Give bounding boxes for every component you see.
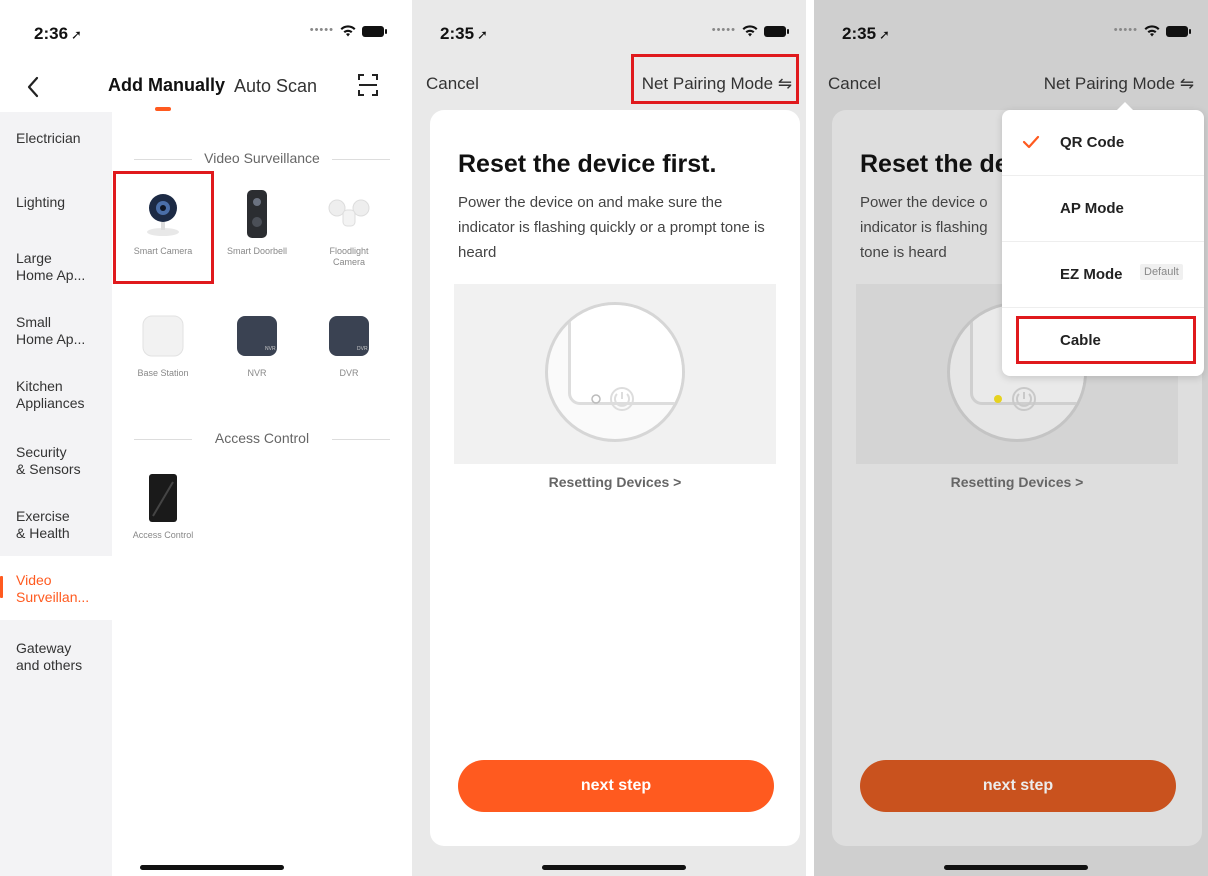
- wifi-icon: [742, 25, 758, 37]
- card-title: Reset the device first.: [458, 150, 717, 178]
- next-step-button[interactable]: next step: [458, 760, 774, 812]
- signal-dots-icon: •••••: [711, 24, 736, 36]
- next-step-button[interactable]: next step: [860, 760, 1176, 812]
- highlight-box-smart-camera: [113, 171, 214, 284]
- home-indicator: [542, 865, 686, 870]
- status-bar: 2:36 ➚ •••••: [0, 0, 404, 60]
- status-bar: 2:35 ➚ •••••: [814, 0, 1208, 60]
- checkmark-icon: [1022, 134, 1040, 150]
- device-floodlight-camera[interactable]: Floodlight Camera: [304, 188, 394, 268]
- status-bar: 2:35 ➚ •••••: [412, 0, 806, 60]
- sidebar-item-exercise-health[interactable]: Exercise & Health: [0, 508, 112, 542]
- device-dvr[interactable]: DVR DVR: [304, 310, 394, 379]
- highlight-box-cable: [1016, 316, 1196, 364]
- resetting-devices-link[interactable]: Resetting Devices >: [430, 474, 800, 490]
- battery-icon: [764, 25, 789, 37]
- reset-device-screen: 2:35 ➚ ••••• Cancel Net Pairing Mode ⇋ Re…: [412, 0, 806, 876]
- scan-qr-icon[interactable]: [356, 72, 380, 98]
- location-arrow-icon: ➚: [71, 27, 82, 42]
- top-nav: Add Manually Auto Scan: [0, 66, 404, 111]
- net-pairing-mode-button[interactable]: Net Pairing Mode ⇋: [1044, 74, 1194, 94]
- device-base-station[interactable]: Base Station: [118, 310, 208, 379]
- status-time: 2:35 ➚: [440, 24, 488, 43]
- sidebar-item-video-surveillance[interactable]: Video Surveillan...: [0, 556, 112, 620]
- status-time: 2:35 ➚: [842, 24, 890, 43]
- menu-item-qr-code[interactable]: QR Code: [1002, 110, 1204, 176]
- power-button-icon: [591, 387, 634, 411]
- device-nvr[interactable]: NVR NVR: [212, 310, 302, 379]
- home-indicator: [944, 865, 1088, 870]
- default-badge: Default: [1140, 264, 1183, 280]
- cancel-button[interactable]: Cancel: [426, 74, 479, 94]
- menu-item-ez-mode[interactable]: EZ Mode Default: [1002, 242, 1204, 308]
- sidebar-item-lighting[interactable]: Lighting: [0, 194, 112, 211]
- battery-icon: [362, 25, 387, 37]
- device-closeup: [545, 302, 685, 442]
- power-button-icon: [994, 387, 1036, 411]
- signal-dots-icon: •••••: [1113, 24, 1138, 36]
- back-chevron-icon[interactable]: [22, 72, 46, 102]
- device-access-control[interactable]: Access Control: [118, 472, 208, 541]
- pairing-mode-menu-screen: 2:35 ➚ ••••• Cancel Net Pairing Mode ⇋ Re…: [814, 0, 1208, 876]
- access-control-icon: [141, 472, 185, 524]
- category-sidebar: Electrician Lighting Large Home Ap... Sm…: [0, 112, 112, 876]
- active-category-marker: [0, 576, 3, 598]
- tab-auto-scan[interactable]: Auto Scan: [234, 76, 317, 97]
- battery-icon: [1166, 25, 1191, 37]
- cancel-button[interactable]: Cancel: [828, 74, 881, 94]
- dvr-badge: DVR: [357, 346, 368, 352]
- nvr-icon: NVR: [235, 310, 279, 362]
- system-icons: •••••: [711, 24, 789, 37]
- device-smart-doorbell[interactable]: Smart Doorbell: [212, 188, 302, 257]
- location-arrow-icon: ➚: [879, 27, 890, 42]
- sidebar-item-large-home-appliances[interactable]: Large Home Ap...: [0, 250, 112, 284]
- card-title: Reset the de: [860, 150, 1009, 178]
- device-category-screen: 2:36 ➚ ••••• Add Manually Auto Scan Elect…: [0, 0, 404, 876]
- smart-doorbell-icon: [235, 188, 279, 240]
- system-icons: •••••: [1113, 24, 1191, 37]
- card-description: Power the device on and make sure the in…: [458, 194, 765, 261]
- tab-add-manually[interactable]: Add Manually: [108, 75, 225, 96]
- section-title-access: Access Control: [130, 430, 394, 450]
- panel-gutter: [806, 0, 814, 876]
- status-time: 2:36 ➚: [34, 24, 82, 43]
- menu-item-ap-mode[interactable]: AP Mode: [1002, 176, 1204, 242]
- instruction-card: Reset the device first. Power the device…: [430, 110, 800, 846]
- nvr-badge: NVR: [265, 346, 276, 352]
- wifi-icon: [1144, 25, 1160, 37]
- highlight-box-pairing-mode: [631, 54, 799, 104]
- sidebar-item-kitchen-appliances[interactable]: Kitchen Appliances: [0, 378, 112, 412]
- section-title-video: Video Surveillance: [130, 150, 394, 170]
- resetting-devices-link[interactable]: Resetting Devices >: [832, 474, 1202, 490]
- top-nav: Cancel Net Pairing Mode ⇋: [814, 66, 1208, 106]
- reset-illustration: [454, 284, 776, 464]
- signal-dots-icon: •••••: [309, 24, 334, 36]
- system-icons: •••••: [309, 24, 387, 37]
- sidebar-item-small-home-appliances[interactable]: Small Home Ap...: [0, 314, 112, 348]
- panel-gutter: [404, 0, 412, 876]
- sidebar-item-security-sensors[interactable]: Security & Sensors: [0, 444, 112, 478]
- home-indicator: [140, 865, 284, 870]
- dvr-icon: DVR: [327, 310, 371, 362]
- active-tab-indicator: [155, 107, 171, 111]
- sidebar-item-gateway-others[interactable]: Gateway and others: [0, 640, 112, 674]
- base-station-icon: [141, 310, 185, 362]
- location-arrow-icon: ➚: [477, 27, 488, 42]
- floodlight-camera-icon: [327, 188, 371, 240]
- sidebar-item-electrician[interactable]: Electrician: [0, 130, 112, 147]
- wifi-icon: [340, 25, 356, 37]
